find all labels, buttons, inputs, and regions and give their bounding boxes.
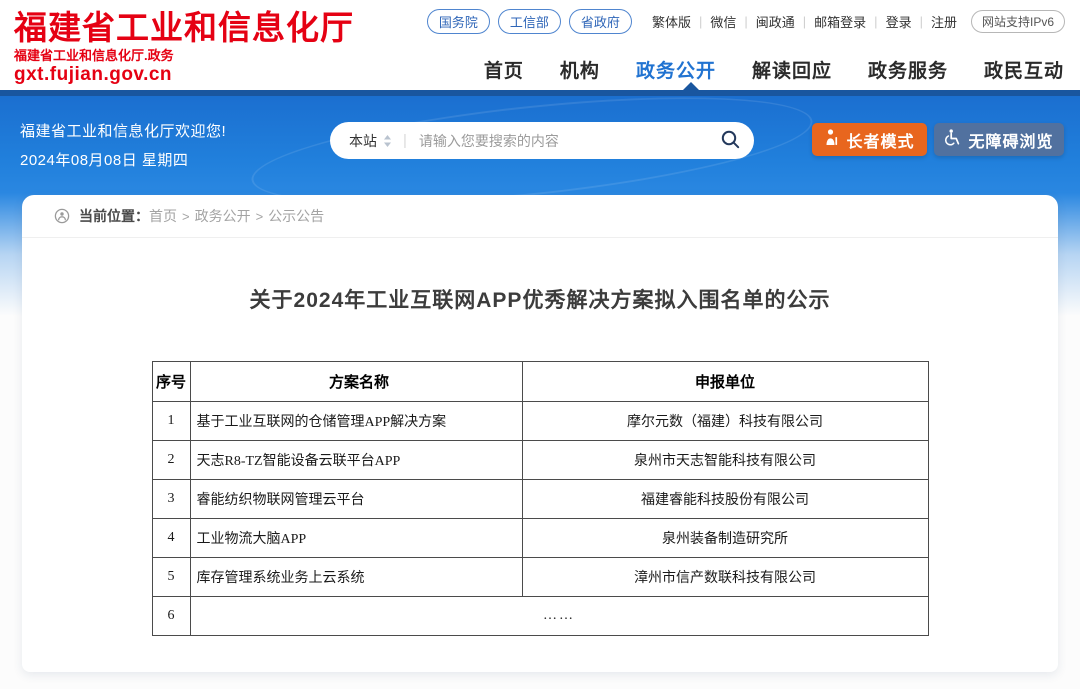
table-row: 1 基于工业互联网的仓储管理APP解决方案 摩尔元数（福建）科技有限公司 [152,402,928,441]
ipv6-badge[interactable]: 网站支持IPv6 [971,10,1065,33]
cell-applicant: 福建睿能科技股份有限公司 [522,480,928,519]
column-header-solution-name: 方案名称 [190,362,522,402]
site-header: 福建省工业和信息化厅 福建省工业和信息化厅.政务 gxt.fujian.gov.… [0,0,1080,96]
table-row: 5 库存管理系统业务上云系统 漳州市信产数联科技有限公司 [152,558,928,597]
link-provincial-gov[interactable]: 省政府 [569,9,632,34]
search-bar: 本站 | [330,122,754,159]
site-subtitle: 福建省工业和信息化厅.政务 [14,48,354,64]
accessibility-label: 无障碍浏览 [968,128,1053,152]
location-icon [54,208,70,224]
accessibility-icon [944,129,961,151]
cell-applicant: 漳州市信产数联科技有限公司 [522,558,928,597]
breadcrumb-separator: > [177,209,195,224]
search-button[interactable] [720,129,741,153]
site-title: 福建省工业和信息化厅 [14,9,354,47]
quick-links: 繁体版 | 微信 | 闽政通 | 邮箱登录 | 登录 | 注册 [652,12,957,31]
cell-no: 3 [152,480,190,519]
cell-no: 4 [152,519,190,558]
table-row: 2 天志R8-TZ智能设备云联平台APP 泉州市天志智能科技有限公司 [152,441,928,480]
cell-no: 1 [152,402,190,441]
column-header-no: 序号 [152,362,190,402]
divider: | [795,14,814,29]
nav-item-gov-info[interactable]: 政务公开 [636,56,716,83]
cell-applicant: 泉州市天志智能科技有限公司 [522,441,928,480]
breadcrumb-separator: > [251,209,269,224]
search-input[interactable] [407,133,720,149]
elder-mode-button[interactable]: 长者模式 [812,123,927,156]
divider: | [736,14,755,29]
cell-solution-name: 基于工业互联网的仓储管理APP解决方案 [190,402,522,441]
link-login[interactable]: 登录 [886,12,912,31]
cell-solution-name: 睿能纺织物联网管理云平台 [190,480,522,519]
breadcrumb-label: 当前位置： [79,206,149,226]
cell-applicant: 泉州装备制造研究所 [522,519,928,558]
link-mail-login[interactable]: 邮箱登录 [814,12,866,31]
column-header-applicant: 申报单位 [522,362,928,402]
welcome-text: 福建省工业和信息化厅欢迎您! [20,120,226,141]
announcement-table: 序号 方案名称 申报单位 1 基于工业互联网的仓储管理APP解决方案 摩尔元数（… [152,361,929,636]
search-scope-label: 本站 [349,131,377,151]
link-traditional-chinese[interactable]: 繁体版 [652,12,691,31]
cell-no: 2 [152,441,190,480]
table-row: 4 工业物流大脑APP 泉州装备制造研究所 [152,519,928,558]
table-header-row: 序号 方案名称 申报单位 [152,362,928,402]
cell-no: 5 [152,558,190,597]
cell-solution-name: 库存管理系统业务上云系统 [190,558,522,597]
sort-icon [383,134,392,148]
link-miit[interactable]: 工信部 [498,9,561,34]
table-row: 3 睿能纺织物联网管理云平台 福建睿能科技股份有限公司 [152,480,928,519]
nav-underline-bar [0,90,1080,96]
link-state-council[interactable]: 国务院 [427,9,490,34]
page: 福建省工业和信息化厅 福建省工业和信息化厅.政务 gxt.fujian.gov.… [0,0,1080,689]
cell-solution-name: 工业物流大脑APP [190,519,522,558]
elder-icon [824,129,839,150]
breadcrumb: 当前位置： 首页 > 政务公开 > 公示公告 [22,195,1058,238]
nav-active-pointer-icon [683,82,699,90]
link-wechat[interactable]: 微信 [710,12,736,31]
site-url: gxt.fujian.gov.cn [14,64,354,86]
table-row: 6 …… [152,597,928,636]
link-register[interactable]: 注册 [931,12,957,31]
link-minzhengtong[interactable]: 闽政通 [756,12,795,31]
nav-item-org[interactable]: 机构 [560,56,600,83]
breadcrumb-item-gov-info[interactable]: 政务公开 [195,206,251,226]
accessibility-button[interactable]: 无障碍浏览 [934,123,1064,156]
divider: | [866,14,885,29]
search-icon [720,129,741,153]
top-utility-bar: 国务院 工信部 省政府 繁体版 | 微信 | 闽政通 | 邮箱登录 | 登录 |… [427,9,1065,33]
cell-applicant: 摩尔元数（福建）科技有限公司 [522,402,928,441]
site-logo[interactable]: 福建省工业和信息化厅 福建省工业和信息化厅.政务 gxt.fujian.gov.… [14,9,354,86]
nav-item-interaction[interactable]: 政民互动 [984,56,1064,83]
date-text: 2024年08月08日 星期四 [20,149,188,170]
main-nav: 首页 机构 政务公开 解读回应 政务服务 政民互动 [484,56,1064,83]
elder-mode-label: 长者模式 [846,128,914,152]
breadcrumb-item-home[interactable]: 首页 [149,206,177,226]
cell-ellipsis: …… [190,597,928,636]
nav-item-services[interactable]: 政务服务 [868,56,948,83]
nav-item-home[interactable]: 首页 [484,56,524,83]
page-title: 关于2024年工业互联网APP优秀解决方案拟入围名单的公示 [22,284,1058,314]
content-card: 当前位置： 首页 > 政务公开 > 公示公告 关于2024年工业互联网APP优秀… [22,195,1058,672]
cell-no: 6 [152,597,190,636]
breadcrumb-item-announcements[interactable]: 公示公告 [268,206,324,226]
divider: | [912,14,931,29]
nav-item-interpretation[interactable]: 解读回应 [752,56,832,83]
search-scope-select[interactable]: 本站 [349,131,392,151]
cell-solution-name: 天志R8-TZ智能设备云联平台APP [190,441,522,480]
divider: | [691,14,710,29]
